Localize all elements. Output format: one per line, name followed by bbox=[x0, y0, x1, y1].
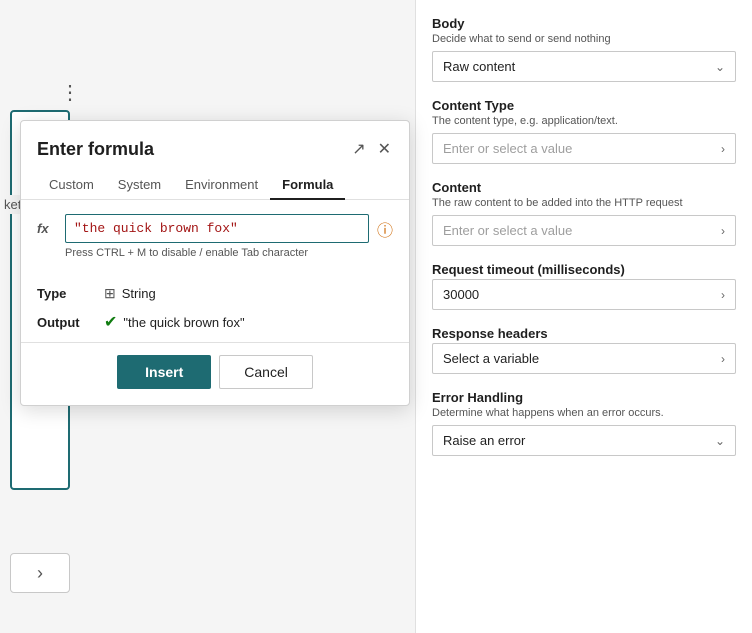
content-sublabel: The raw content to be added into the HTT… bbox=[432, 197, 736, 209]
body-label: Body bbox=[432, 16, 736, 31]
output-row: Output ✔ "the quick brown fox" bbox=[21, 302, 409, 342]
error-handling-label: Error Handling bbox=[432, 390, 736, 405]
response-headers-chevron-right-icon: › bbox=[721, 352, 725, 366]
content-chevron-right-icon: › bbox=[721, 224, 725, 238]
three-dots-icon: ⋮ bbox=[60, 80, 81, 105]
modal-footer: Insert Cancel bbox=[21, 342, 409, 405]
content-label: Content bbox=[432, 180, 736, 195]
formula-tabs: Custom System Environment Formula bbox=[21, 161, 409, 200]
content-placeholder: Enter or select a value bbox=[443, 223, 572, 238]
response-headers-input[interactable]: Select a variable › bbox=[432, 343, 736, 374]
response-headers-section: Response headers Select a variable › bbox=[432, 326, 736, 374]
error-handling-chevron-down-icon: ⌄ bbox=[715, 434, 725, 448]
body-section: Body Decide what to send or send nothing… bbox=[432, 16, 736, 82]
check-icon: ✔ bbox=[104, 312, 117, 332]
content-type-chevron-right-icon: › bbox=[721, 142, 725, 156]
expand-button[interactable]: ↗ bbox=[350, 137, 367, 161]
close-button[interactable]: ✕ bbox=[376, 137, 393, 161]
tab-system[interactable]: System bbox=[106, 171, 173, 200]
content-input[interactable]: Enter or select a value › bbox=[432, 215, 736, 246]
type-value: String bbox=[122, 286, 156, 301]
bottom-nav-button[interactable]: › bbox=[10, 553, 70, 593]
body-chevron-down-icon: ⌄ bbox=[715, 60, 725, 74]
content-section: Content The raw content to be added into… bbox=[432, 180, 736, 246]
cancel-button[interactable]: Cancel bbox=[219, 355, 313, 389]
tab-formula[interactable]: Formula bbox=[270, 171, 345, 200]
string-type-icon: ⊞ bbox=[104, 285, 116, 302]
output-value-row: ✔ "the quick brown fox" bbox=[104, 312, 245, 332]
timeout-input[interactable]: 30000 › bbox=[432, 279, 736, 310]
body-sublabel: Decide what to send or send nothing bbox=[432, 33, 736, 45]
error-handling-section: Error Handling Determine what happens wh… bbox=[432, 390, 736, 456]
content-type-input[interactable]: Enter or select a value › bbox=[432, 133, 736, 164]
body-value: Raw content bbox=[443, 59, 515, 74]
content-type-placeholder: Enter or select a value bbox=[443, 141, 572, 156]
formula-area: fx ⓘ Press CTRL + M to disable / enable … bbox=[21, 200, 409, 273]
error-handling-dropdown[interactable]: Raise an error ⌄ bbox=[432, 425, 736, 456]
content-type-section: Content Type The content type, e.g. appl… bbox=[432, 98, 736, 164]
chevron-right-icon: › bbox=[37, 563, 43, 584]
insert-button[interactable]: Insert bbox=[117, 355, 211, 389]
enter-formula-modal: Enter formula ↗ ✕ Custom System Environm… bbox=[20, 120, 410, 406]
modal-header-actions: ↗ ✕ bbox=[350, 137, 393, 161]
modal-title: Enter formula bbox=[37, 139, 154, 160]
fx-label: fx bbox=[37, 221, 57, 236]
error-handling-value: Raise an error bbox=[443, 433, 525, 448]
body-dropdown[interactable]: Raw content ⌄ bbox=[432, 51, 736, 82]
type-value-row: ⊞ String bbox=[104, 285, 156, 302]
tab-custom[interactable]: Custom bbox=[37, 171, 106, 200]
timeout-section: Request timeout (milliseconds) 30000 › bbox=[432, 262, 736, 310]
right-panel: Body Decide what to send or send nothing… bbox=[415, 0, 752, 633]
type-label: Type bbox=[37, 286, 92, 301]
response-headers-value: Select a variable bbox=[443, 351, 539, 366]
timeout-chevron-right-icon: › bbox=[721, 288, 725, 302]
formula-hint: Press CTRL + M to disable / enable Tab c… bbox=[65, 247, 393, 259]
formula-input-row: fx ⓘ bbox=[37, 214, 393, 243]
timeout-label: Request timeout (milliseconds) bbox=[432, 262, 736, 277]
timeout-value: 30000 bbox=[443, 287, 479, 302]
tab-environment[interactable]: Environment bbox=[173, 171, 270, 200]
modal-header: Enter formula ↗ ✕ bbox=[21, 121, 409, 161]
content-type-label: Content Type bbox=[432, 98, 736, 113]
error-handling-sublabel: Determine what happens when an error occ… bbox=[432, 407, 736, 419]
output-value: "the quick brown fox" bbox=[123, 315, 244, 330]
type-row: Type ⊞ String bbox=[21, 273, 409, 302]
info-icon[interactable]: ⓘ bbox=[377, 217, 393, 241]
output-label: Output bbox=[37, 315, 92, 330]
response-headers-label: Response headers bbox=[432, 326, 736, 341]
formula-input[interactable] bbox=[65, 214, 369, 243]
content-type-sublabel: The content type, e.g. application/text. bbox=[432, 115, 736, 127]
